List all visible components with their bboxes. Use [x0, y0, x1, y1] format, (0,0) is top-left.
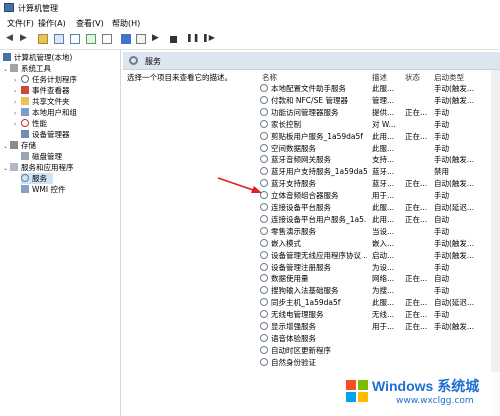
watermark: Windows 系统城 www.wxclgg.com [336, 372, 500, 416]
watermark-url: www.wxclgg.com [396, 396, 474, 406]
annotation-arrow [217, 177, 262, 193]
watermark-brand: Windows 系统城 [372, 378, 480, 394]
windows-logo-icon [346, 380, 368, 402]
